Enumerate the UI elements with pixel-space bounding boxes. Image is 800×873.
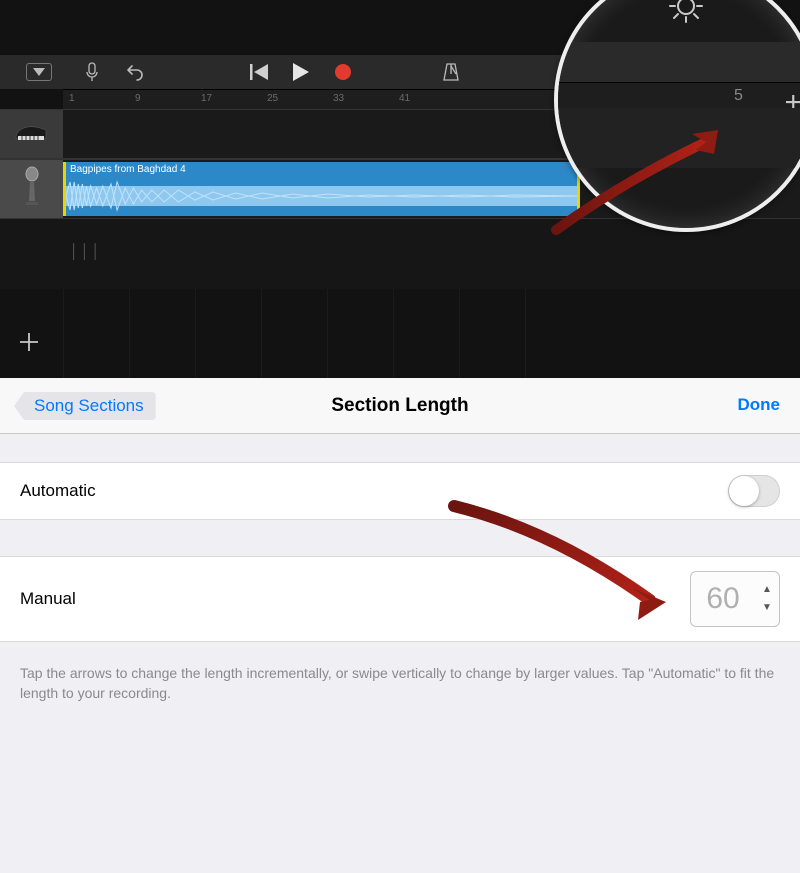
rewind-icon[interactable] [250, 64, 268, 80]
ruler-tick: 17 [201, 93, 212, 104]
undo-icon[interactable] [114, 63, 158, 81]
drag-handle-icon[interactable]: │││ [70, 243, 102, 259]
ruler-tick: 33 [333, 93, 344, 104]
panel-title: Section Length [331, 395, 468, 417]
manual-row: Manual 60 ▲ ▼ [0, 556, 800, 642]
ruler-tick: 9 [135, 93, 141, 104]
garageband-editor: 1 9 17 25 33 41 Bagpipes from Baghdad 4 [0, 0, 800, 378]
automatic-row: Automatic [0, 462, 800, 520]
audio-region[interactable]: Bagpipes from Baghdad 4 [63, 162, 580, 216]
stepper-up-icon[interactable]: ▲ [762, 586, 772, 594]
done-button[interactable]: Done [738, 395, 781, 415]
record-icon[interactable] [334, 63, 352, 81]
region-title: Bagpipes from Baghdad 4 [70, 164, 186, 175]
piano-icon [14, 120, 50, 149]
settings-gear-icon[interactable] [666, 0, 706, 31]
manual-label: Manual [20, 589, 76, 609]
automatic-toggle[interactable] [728, 475, 780, 507]
automatic-label: Automatic [20, 481, 96, 501]
ruler-tick: 25 [267, 93, 278, 104]
panel-footer-text: Tap the arrows to change the length incr… [20, 664, 780, 703]
add-track-button[interactable] [18, 331, 40, 360]
view-menu-button[interactable] [26, 63, 52, 81]
ruler-tick: 41 [399, 93, 410, 104]
mic-icon[interactable] [70, 62, 114, 82]
track-header-vocal[interactable] [0, 160, 63, 218]
manual-value: 60 [691, 582, 755, 616]
manual-stepper[interactable]: 60 ▲ ▼ [690, 571, 780, 627]
microphone-icon [22, 166, 42, 213]
section-length-panel: Song Sections Section Length Done Automa… [0, 378, 800, 873]
panel-navbar: Song Sections Section Length Done [0, 378, 800, 434]
ruler-tick: 5 [734, 87, 743, 105]
metronome-icon[interactable] [442, 62, 460, 82]
play-icon[interactable] [293, 63, 309, 81]
back-button[interactable]: Song Sections [14, 392, 156, 420]
waveform [66, 176, 577, 216]
track-header-piano[interactable] [0, 110, 63, 158]
stepper-down-icon[interactable]: ▼ [762, 604, 772, 612]
ruler-tick: 1 [69, 93, 75, 104]
